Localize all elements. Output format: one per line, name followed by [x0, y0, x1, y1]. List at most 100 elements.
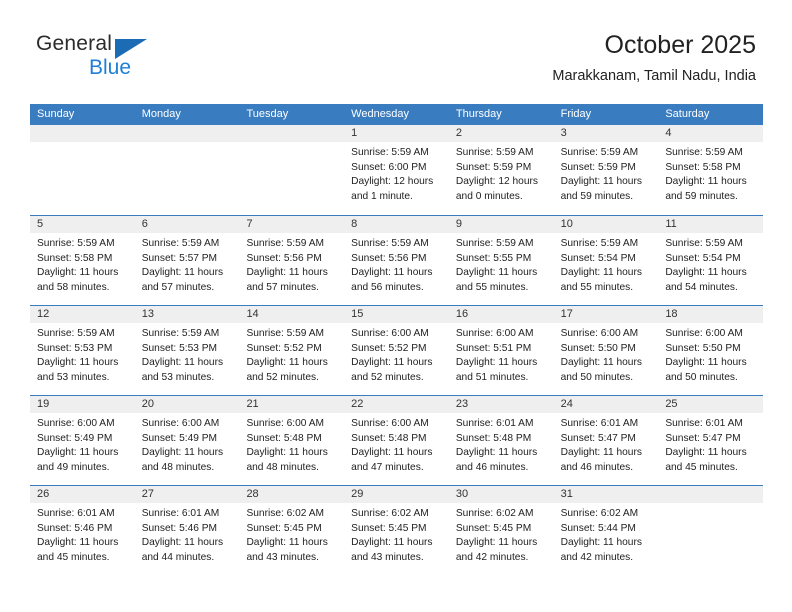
calendar-day-cell[interactable]: 17 Sunrise: 6:00 AM Sunset: 5:50 PM Dayligh…	[553, 306, 659, 395]
calendar-day-cell[interactable]: 29 Sunrise: 6:02 AM Sunset: 5:45 PM Dayligh…	[344, 486, 449, 575]
calendar-day-cell[interactable]: 20 Sunrise: 6:00 AM Sunset: 5:49 PM Dayligh…	[134, 396, 240, 485]
day-details: Sunrise: 6:00 AM Sunset: 5:50 PM Daylight:…	[658, 323, 763, 385]
day-number: 18	[658, 306, 764, 323]
sunset-text: Sunset: 5:48 PM	[246, 432, 322, 444]
calendar-day-cell[interactable]: 3 Sunrise: 5:59 AM Sunset: 5:59 PM Daylight…	[553, 125, 659, 215]
daylight-text-line1: Daylight: 11 hours	[37, 357, 119, 369]
day-number: 27	[134, 486, 240, 503]
calendar-day-cell[interactable]: 9 Sunrise: 5:59 AM Sunset: 5:55 PM Daylight…	[448, 216, 554, 305]
sunset-text: Sunset: 5:54 PM	[665, 252, 741, 264]
calendar-day-cell[interactable]: 22 Sunrise: 6:00 AM Sunset: 5:48 PM Dayligh…	[344, 396, 449, 485]
day-number: 17	[553, 306, 659, 323]
daylight-text-line1: Daylight: 11 hours	[351, 357, 433, 369]
sunset-text: Sunset: 5:47 PM	[560, 432, 636, 444]
calendar-day-cell[interactable]: 1 Sunrise: 5:59 AM Sunset: 6:00 PM Daylight…	[344, 125, 449, 215]
sunrise-text: Sunrise: 5:59 AM	[141, 328, 220, 339]
daylight-text-line2: and 57 minutes.	[141, 281, 215, 293]
daylight-text-line1: Daylight: 11 hours	[37, 537, 119, 549]
day-details: Sunrise: 5:59 AM Sunset: 5:56 PM Daylight:…	[239, 233, 344, 295]
daylight-text-line2: and 49 minutes.	[37, 461, 110, 473]
calendar-day-cell[interactable]: 16 Sunrise: 6:00 AM Sunset: 5:51 PM Dayligh…	[448, 306, 554, 395]
calendar-day-cell[interactable]: 5 Sunrise: 5:59 AM Sunset: 5:58 PM Daylight…	[30, 216, 135, 305]
day-details: Sunrise: 6:00 AM Sunset: 5:48 PM Daylight:…	[239, 413, 344, 475]
calendar-day-cell[interactable]: 25 Sunrise: 6:01 AM Sunset: 5:47 PM Dayligh…	[658, 396, 764, 485]
day-details: Sunrise: 6:00 AM Sunset: 5:48 PM Daylight:…	[344, 413, 449, 475]
calendar-day-cell[interactable]: 15 Sunrise: 6:00 AM Sunset: 5:52 PM Dayligh…	[344, 306, 449, 395]
day-details: Sunrise: 6:01 AM Sunset: 5:47 PM Daylight:…	[554, 413, 659, 475]
sunset-text: Sunset: 5:52 PM	[351, 342, 427, 354]
calendar-day-cell[interactable]: 23 Sunrise: 6:01 AM Sunset: 5:48 PM Dayligh…	[448, 396, 554, 485]
day-details: Sunrise: 6:02 AM Sunset: 5:45 PM Daylight:…	[344, 503, 449, 565]
calendar-day-cell[interactable]: 14 Sunrise: 5:59 AM Sunset: 5:52 PM Dayligh…	[239, 306, 345, 395]
day-number: 21	[239, 396, 345, 413]
day-details: Sunrise: 6:00 AM Sunset: 5:50 PM Daylight:…	[554, 323, 659, 385]
daylight-text-line1: Daylight: 11 hours	[455, 537, 538, 549]
daylight-text-line2: and 57 minutes.	[246, 281, 319, 293]
daylight-text-line2: and 43 minutes.	[246, 551, 319, 563]
daylight-text-line2: and 52 minutes.	[351, 371, 424, 383]
daylight-text-line1: Daylight: 11 hours	[455, 357, 538, 369]
day-details: Sunrise: 5:59 AM Sunset: 5:59 PM Daylight:…	[554, 142, 659, 204]
calendar-day-cell[interactable]: 4 Sunrise: 5:59 AM Sunset: 5:58 PM Daylight…	[658, 125, 764, 215]
day-number: 22	[344, 396, 449, 413]
sunset-text: Sunset: 5:48 PM	[455, 432, 532, 444]
day-number: 28	[239, 486, 345, 503]
sunrise-text: Sunrise: 5:59 AM	[455, 147, 534, 158]
logo-text-general: General	[36, 32, 113, 55]
calendar-day-cell[interactable]: 31 Sunrise: 6:02 AM Sunset: 5:44 PM Dayligh…	[553, 486, 659, 575]
calendar-day-cell[interactable]: 18 Sunrise: 6:00 AM Sunset: 5:50 PM Dayligh…	[658, 306, 764, 395]
calendar-day-cell[interactable]: 6 Sunrise: 5:59 AM Sunset: 5:57 PM Daylight…	[134, 216, 240, 305]
weekday-header-friday: Friday	[560, 108, 592, 120]
daylight-text-line1: Daylight: 11 hours	[351, 267, 433, 279]
day-details: Sunrise: 5:59 AM Sunset: 5:54 PM Daylight:…	[658, 233, 763, 295]
day-number: 25	[658, 396, 764, 413]
calendar-day-cell[interactable]: 13 Sunrise: 5:59 AM Sunset: 5:53 PM Dayligh…	[134, 306, 240, 395]
daylight-text-line2: and 1 minute.	[351, 190, 413, 202]
sunset-text: Sunset: 5:53 PM	[37, 342, 113, 354]
calendar-day-cell[interactable]: 28 Sunrise: 6:02 AM Sunset: 5:45 PM Dayligh…	[239, 486, 345, 575]
calendar-day-cell[interactable]: 7 Sunrise: 5:59 AM Sunset: 5:56 PM Daylight…	[239, 216, 345, 305]
daylight-text-line2: and 42 minutes.	[560, 551, 634, 563]
calendar-day-cell[interactable]: 10 Sunrise: 5:59 AM Sunset: 5:54 PM Dayligh…	[553, 216, 659, 305]
calendar-weeks: 1 Sunrise: 5:59 AM Sunset: 6:00 PM Daylight…	[30, 125, 764, 575]
day-number: 14	[239, 306, 345, 323]
calendar-day-cell[interactable]: 24 Sunrise: 6:01 AM Sunset: 5:47 PM Dayligh…	[553, 396, 659, 485]
day-details: Sunrise: 6:01 AM Sunset: 5:46 PM Daylight:…	[135, 503, 240, 565]
title-block: October 2025 Marakkanam, Tamil Nadu, Ind…	[552, 30, 756, 86]
calendar-day-cell[interactable]: 8 Sunrise: 5:59 AM Sunset: 5:56 PM Daylight…	[344, 216, 449, 305]
daylight-text-line1: Daylight: 11 hours	[246, 357, 328, 369]
sunrise-text: Sunrise: 6:01 AM	[560, 418, 639, 429]
day-details: Sunrise: 6:01 AM Sunset: 5:47 PM Daylight:…	[658, 413, 763, 475]
calendar-day-cell[interactable]: 12 Sunrise: 5:59 AM Sunset: 5:53 PM Dayligh…	[30, 306, 135, 395]
sunset-text: Sunset: 5:46 PM	[37, 522, 113, 534]
logo-text-blue: Blue	[89, 56, 132, 79]
general-blue-logo[interactable]: General Blue	[36, 32, 216, 88]
sunrise-text: Sunrise: 6:02 AM	[351, 508, 429, 519]
day-number	[30, 125, 135, 142]
calendar-day-cell[interactable]: 11 Sunrise: 5:59 AM Sunset: 5:54 PM Dayligh…	[658, 216, 764, 305]
day-number: 13	[134, 306, 240, 323]
day-number: 23	[448, 396, 554, 413]
sunset-text: Sunset: 5:54 PM	[560, 252, 636, 264]
calendar-day-cell[interactable]: 2 Sunrise: 5:59 AM Sunset: 5:59 PM Daylight…	[448, 125, 554, 215]
calendar-day-cell[interactable]: 27 Sunrise: 6:01 AM Sunset: 5:46 PM Dayligh…	[134, 486, 240, 575]
sunset-text: Sunset: 5:46 PM	[141, 522, 218, 534]
day-number: 4	[658, 125, 764, 142]
sunrise-text: Sunrise: 6:01 AM	[665, 418, 743, 429]
sunrise-text: Sunrise: 6:00 AM	[246, 418, 325, 429]
daylight-text-line1: Daylight: 11 hours	[141, 357, 224, 369]
sunrise-text: Sunrise: 5:59 AM	[560, 238, 639, 249]
sunrise-text: Sunrise: 6:02 AM	[455, 508, 534, 519]
calendar-day-cell[interactable]: 26 Sunrise: 6:01 AM Sunset: 5:46 PM Dayligh…	[30, 486, 135, 575]
sunrise-text: Sunrise: 5:59 AM	[37, 238, 115, 249]
page-subtitle: Marakkanam, Tamil Nadu, India	[552, 68, 756, 84]
page-title: October 2025	[604, 31, 757, 59]
calendar-day-cell[interactable]: 19 Sunrise: 6:00 AM Sunset: 5:49 PM Dayligh…	[30, 396, 135, 485]
sunrise-text: Sunrise: 6:00 AM	[665, 328, 743, 339]
calendar-day-cell[interactable]: 21 Sunrise: 6:00 AM Sunset: 5:48 PM Dayligh…	[239, 396, 345, 485]
daylight-text-line2: and 43 minutes.	[351, 551, 424, 563]
sunset-text: Sunset: 5:56 PM	[246, 252, 322, 264]
calendar-day-cell[interactable]: 30 Sunrise: 6:02 AM Sunset: 5:45 PM Dayligh…	[448, 486, 554, 575]
sunset-text: Sunset: 5:56 PM	[351, 252, 427, 264]
sunrise-text: Sunrise: 6:00 AM	[560, 328, 639, 339]
